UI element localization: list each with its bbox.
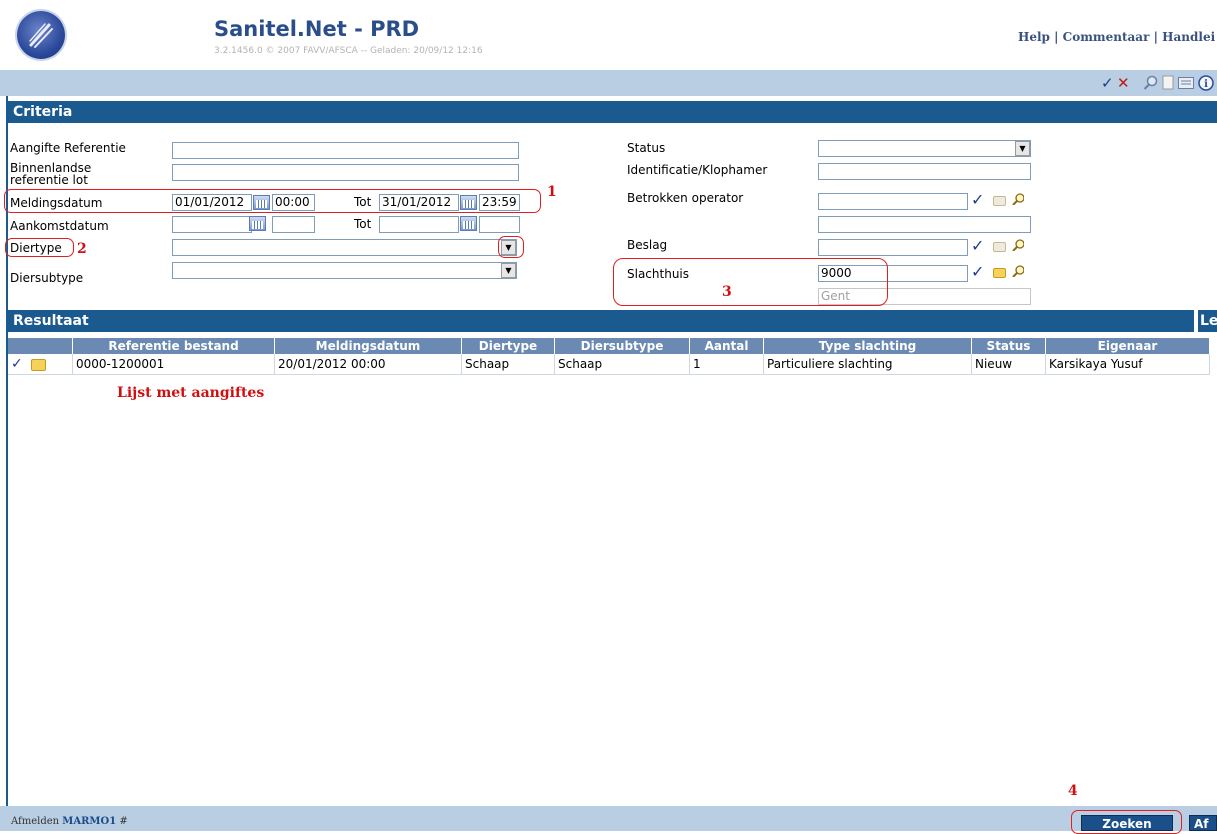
app-logo bbox=[17, 11, 65, 59]
logo-icon bbox=[29, 23, 53, 48]
app-title: Sanitel.Net - PRD bbox=[214, 17, 420, 41]
new-document-icon[interactable] bbox=[1162, 75, 1174, 90]
annotation-box-meldingsdatum bbox=[4, 189, 541, 213]
cell-type-slachting: Particuliere slachting bbox=[763, 354, 972, 375]
betrokken-operator-label: Betrokken operator bbox=[627, 191, 744, 205]
search-icon[interactable] bbox=[1012, 239, 1024, 251]
tot-label: Tot bbox=[354, 217, 372, 231]
calendar-icon[interactable] bbox=[249, 216, 266, 231]
cell-meldingsdatum: 20/01/2012 00:00 bbox=[274, 354, 462, 375]
cell-diersubtype: Schaap bbox=[554, 354, 690, 375]
cell-eigenaar: Karsikaya Yusuf bbox=[1045, 354, 1210, 375]
results-section-title: Resultaat bbox=[8, 310, 1194, 332]
calendar-icon[interactable] bbox=[460, 216, 477, 231]
annotation-box-zoeken bbox=[1071, 810, 1182, 834]
betrokken-operator-input[interactable] bbox=[818, 193, 968, 210]
folder-icon[interactable] bbox=[993, 242, 1006, 252]
cell-aantal: 1 bbox=[689, 354, 764, 375]
annotation-number-4: 4 bbox=[1068, 783, 1078, 799]
row-actions: ✓ bbox=[8, 354, 73, 375]
check-icon[interactable]: ✓ bbox=[971, 262, 984, 281]
binnenlandse-referentie-input[interactable] bbox=[172, 164, 519, 181]
beslag-label: Beslag bbox=[627, 238, 668, 252]
identificatie-input[interactable] bbox=[818, 163, 1031, 180]
column-header-referentie[interactable]: Referentie bestand bbox=[72, 338, 275, 354]
table-header-row: Referentie bestand Meldingsdatum Diertyp… bbox=[8, 338, 1210, 354]
criteria-section-title: Criteria bbox=[8, 101, 1217, 123]
svg-text:i: i bbox=[1204, 79, 1208, 90]
link-separator: | bbox=[1153, 30, 1158, 44]
column-header-eigenaar[interactable]: Eigenaar bbox=[1045, 338, 1210, 354]
aankomstdatum-label: Aankomstdatum bbox=[10, 219, 109, 233]
diersubtype-select[interactable] bbox=[172, 262, 517, 279]
binnenlandse-referentie-label: Binnenlandse referentie lot bbox=[10, 161, 92, 187]
diersubtype-label: Diersubtype bbox=[10, 271, 84, 285]
status-select[interactable] bbox=[818, 140, 1031, 157]
help-link[interactable]: Help bbox=[1018, 30, 1050, 44]
search-icon[interactable] bbox=[1143, 75, 1159, 91]
app-version: 3.2.1456.0 © 2007 FAVV/AFSCA -- Geladen:… bbox=[214, 46, 483, 56]
annotation-box-dropdown bbox=[498, 236, 524, 258]
status-label: Status bbox=[627, 141, 666, 155]
search-icon[interactable] bbox=[1012, 265, 1024, 277]
results-table: Referentie bestand Meldingsdatum Diertyp… bbox=[8, 338, 1210, 375]
annotation-number-1: 1 bbox=[547, 184, 557, 200]
column-header-type-slachting[interactable]: Type slachting bbox=[763, 338, 972, 354]
cell-referentie: 0000-1200001 bbox=[72, 354, 275, 375]
aankomstdatum-from-date-input[interactable] bbox=[172, 216, 252, 233]
footer bbox=[0, 806, 1217, 831]
list-icon[interactable] bbox=[1178, 77, 1194, 89]
next-button[interactable]: Af bbox=[1189, 815, 1217, 831]
commentaar-link[interactable]: Commentaar bbox=[1063, 30, 1150, 44]
diertype-select[interactable] bbox=[172, 239, 517, 256]
chevron-down-icon[interactable]: ▼ bbox=[501, 263, 516, 278]
aankomstdatum-to-date-input[interactable] bbox=[379, 216, 459, 233]
check-icon[interactable]: ✓ bbox=[1101, 74, 1114, 92]
column-header-diersubtype[interactable]: Diersubtype bbox=[554, 338, 690, 354]
column-header-meldingsdatum[interactable]: Meldingsdatum bbox=[274, 338, 462, 354]
column-header-diertype[interactable]: Diertype bbox=[461, 338, 555, 354]
folder-icon[interactable] bbox=[993, 268, 1006, 278]
betrokken-operator-name-field bbox=[818, 216, 1031, 233]
delete-icon[interactable]: ✕ bbox=[1117, 74, 1130, 92]
aankomstdatum-from-time-input[interactable] bbox=[272, 216, 315, 233]
results-extra-tab[interactable]: Le bbox=[1196, 310, 1217, 332]
handleiding-link[interactable]: Handlei bbox=[1162, 30, 1215, 44]
top-links: Help | Commentaar | Handlei bbox=[1018, 30, 1215, 44]
check-icon[interactable]: ✓ bbox=[971, 236, 984, 255]
cell-diertype: Schaap bbox=[461, 354, 555, 375]
check-icon[interactable]: ✓ bbox=[11, 356, 23, 372]
folder-icon[interactable] bbox=[30, 358, 46, 371]
chevron-down-icon[interactable]: ▼ bbox=[1015, 141, 1030, 156]
folder-icon[interactable] bbox=[993, 196, 1006, 206]
aangifte-referentie-label: Aangifte Referentie bbox=[10, 141, 126, 155]
annotation-number-2: 2 bbox=[77, 241, 87, 257]
annotation-box-slachthuis bbox=[613, 258, 888, 306]
annotation-list-note: Lijst met aangiftes bbox=[117, 385, 265, 401]
actions-header bbox=[8, 338, 73, 354]
check-icon[interactable]: ✓ bbox=[971, 190, 984, 209]
toolbar bbox=[0, 70, 1217, 96]
cell-status: Nieuw bbox=[971, 354, 1046, 375]
beslag-input[interactable] bbox=[818, 239, 968, 256]
hash-link[interactable]: # bbox=[119, 816, 127, 827]
username: MARMO1 bbox=[62, 816, 117, 827]
identificatie-label: Identificatie/Klophamer bbox=[627, 163, 768, 177]
column-header-aantal[interactable]: Aantal bbox=[689, 338, 764, 354]
footer-user-info: Afmelden MARMO1 # bbox=[11, 816, 128, 827]
table-row[interactable]: ✓ 0000-1200001 20/01/2012 00:00 Schaap S… bbox=[8, 354, 1210, 375]
aankomstdatum-to-time-input[interactable] bbox=[479, 216, 520, 233]
link-separator: | bbox=[1054, 30, 1059, 44]
aangifte-referentie-input[interactable] bbox=[172, 142, 519, 159]
annotation-box-diertype bbox=[5, 238, 74, 257]
info-icon[interactable]: i bbox=[1198, 75, 1214, 91]
column-header-status[interactable]: Status bbox=[971, 338, 1046, 354]
search-icon[interactable] bbox=[1012, 193, 1024, 205]
annotation-number-3: 3 bbox=[722, 284, 732, 300]
afmelden-link[interactable]: Afmelden bbox=[11, 816, 59, 827]
